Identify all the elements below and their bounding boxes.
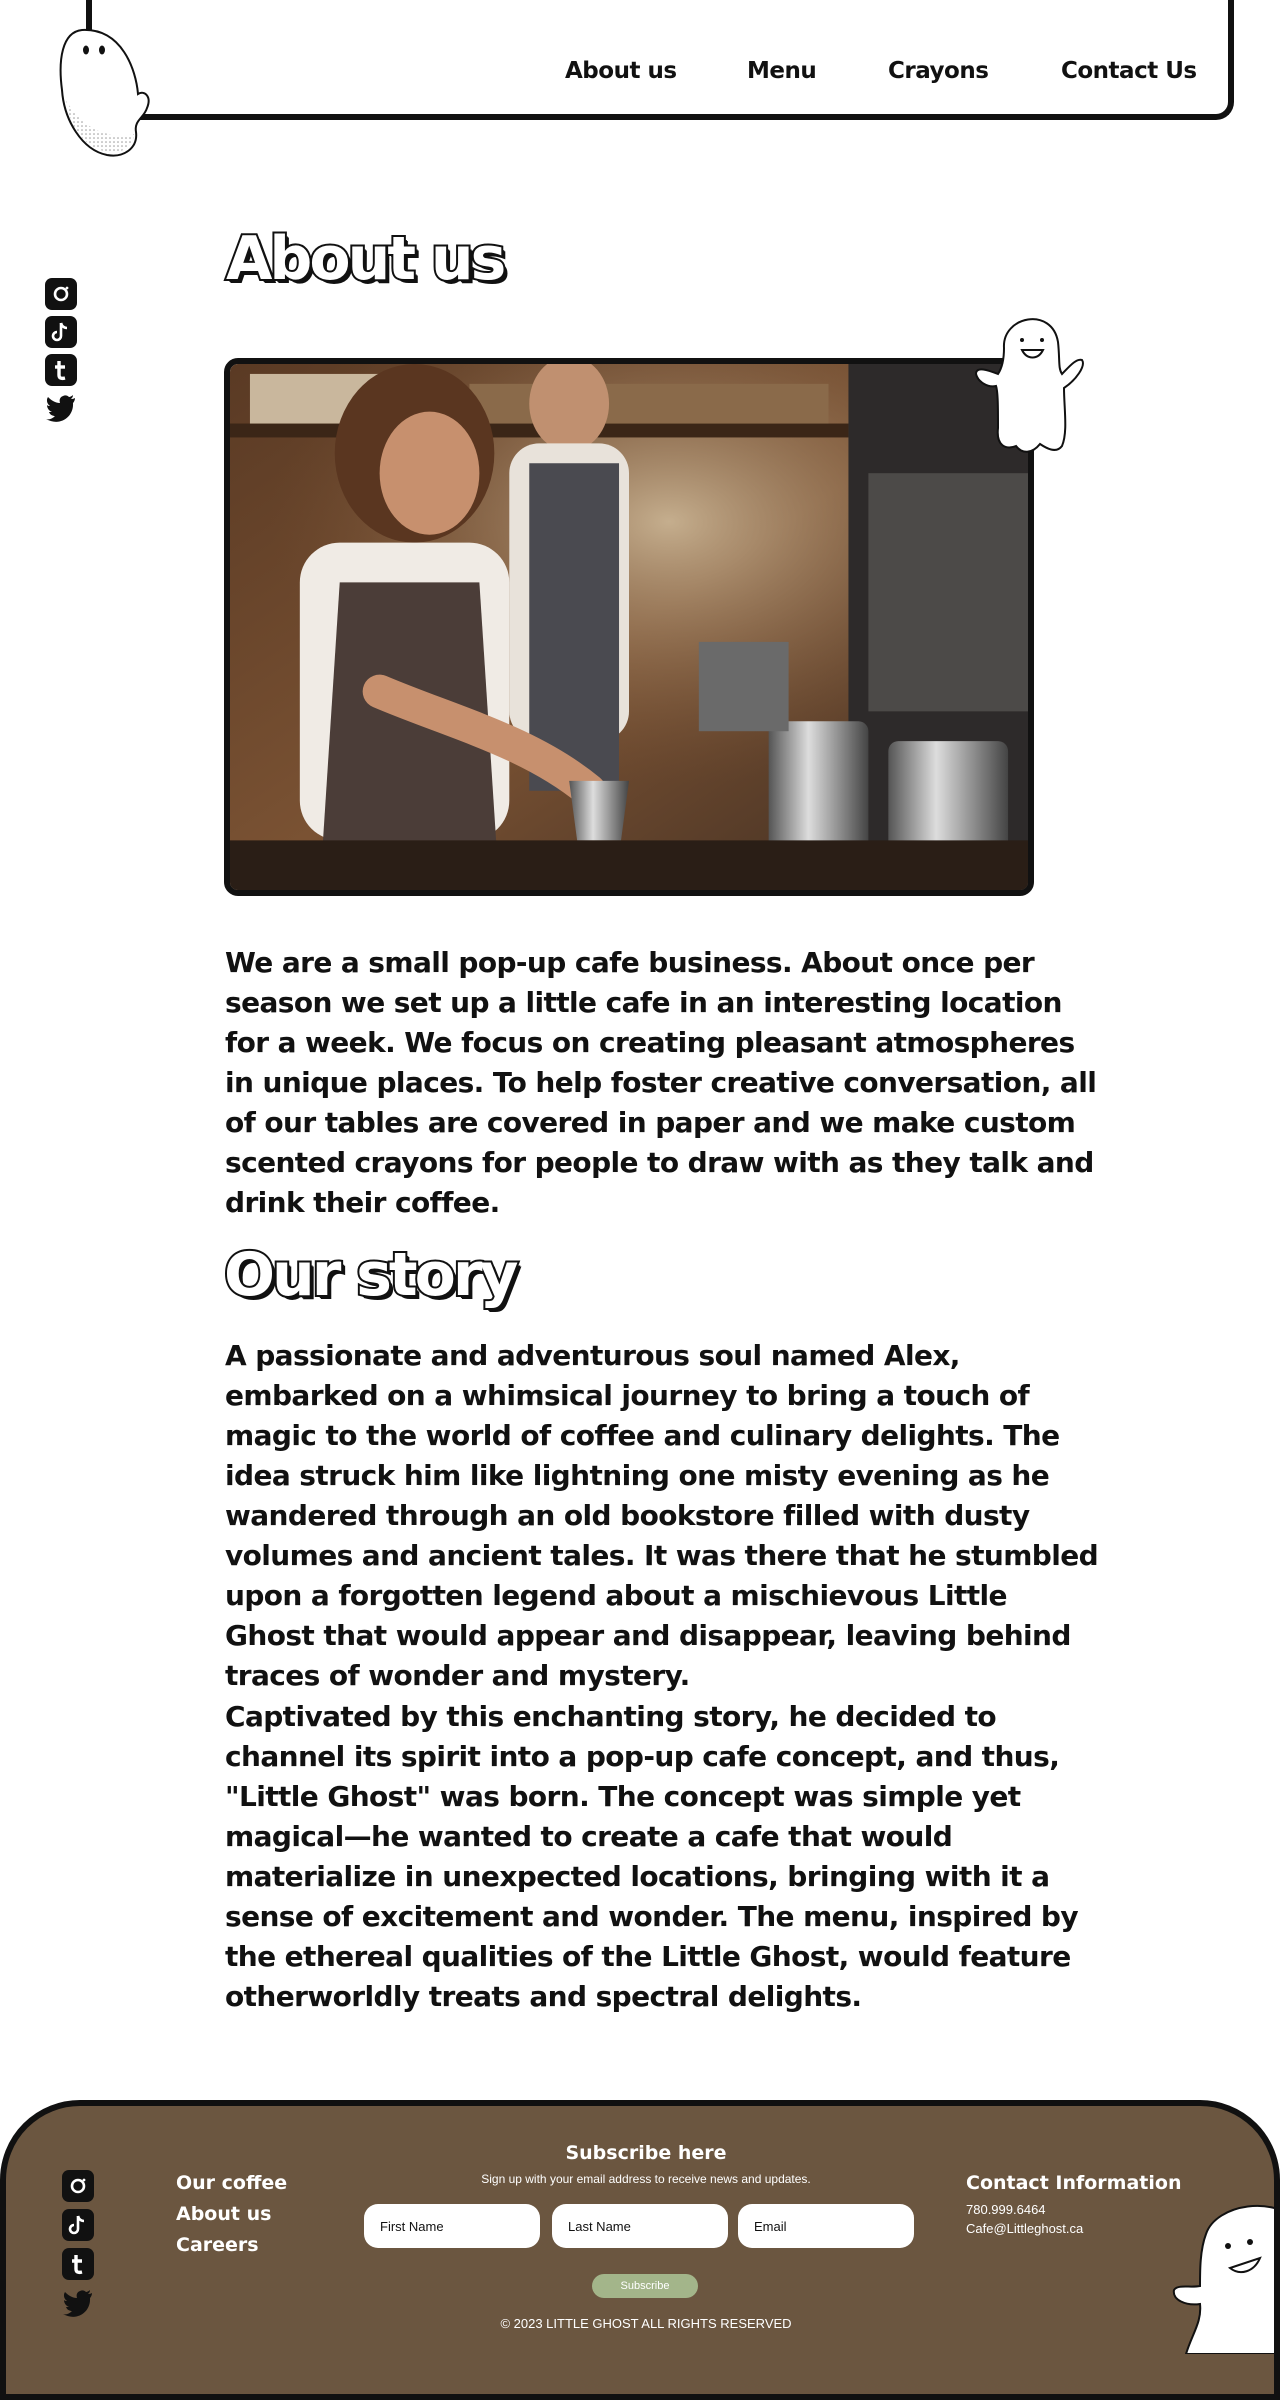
footer: Our coffee About us Careers Subscribe he… xyxy=(0,2100,1280,2400)
contact-phone[interactable]: 780.999.6464 xyxy=(966,2202,1181,2217)
subscribe-button[interactable]: Subscribe xyxy=(592,2274,698,2298)
first-name-field[interactable] xyxy=(364,2204,540,2248)
twitter-icon[interactable] xyxy=(62,2287,94,2319)
contact-info: Contact Information 780.999.6464 Cafe@Li… xyxy=(966,2172,1181,2240)
nav-contact-us[interactable]: Contact Us xyxy=(1061,58,1197,84)
tumblr-icon[interactable] xyxy=(45,354,77,386)
tiktok-icon[interactable] xyxy=(45,316,77,348)
copyright: © 2023 LITTLE GHOST ALL RIGHTS RESERVED xyxy=(500,2316,792,2331)
story-paragraph-2: Captivated by this enchanting story, he … xyxy=(225,1700,1079,2013)
about-heading: About us xyxy=(224,222,508,296)
nav-menu[interactable]: Menu xyxy=(747,58,817,84)
footer-link-careers[interactable]: Careers xyxy=(176,2234,287,2256)
contact-email[interactable]: Cafe@Littleghost.ca xyxy=(966,2221,1181,2236)
nav-about-us[interactable]: About us xyxy=(565,58,677,84)
contact-title: Contact Information xyxy=(966,2172,1182,2194)
footer-social xyxy=(62,2170,96,2326)
ghost-mascot-icon xyxy=(974,318,1084,453)
tiktok-icon[interactable] xyxy=(62,2209,94,2241)
email-field[interactable] xyxy=(738,2204,914,2248)
story-paragraph-1: A passionate and adventurous soul named … xyxy=(225,1339,1099,1692)
nav-crayons[interactable]: Crayons xyxy=(888,58,989,84)
last-name-field[interactable] xyxy=(552,2204,728,2248)
tumblr-icon[interactable] xyxy=(62,2248,94,2280)
footer-link-about-us[interactable]: About us xyxy=(176,2203,287,2225)
subscribe-title: Subscribe here xyxy=(565,2142,727,2164)
twitter-icon[interactable] xyxy=(45,392,77,424)
about-paragraph: We are a small pop-up cafe business. Abo… xyxy=(225,946,1097,1219)
baristas-photo xyxy=(224,358,1034,896)
our-story-heading: Our story xyxy=(222,1238,521,1312)
instagram-icon[interactable] xyxy=(45,278,77,310)
social-sidebar xyxy=(45,278,79,430)
ghost-footer-icon xyxy=(1172,2204,1274,2354)
main-nav: About us Menu Crayons Contact Us xyxy=(0,58,1280,94)
